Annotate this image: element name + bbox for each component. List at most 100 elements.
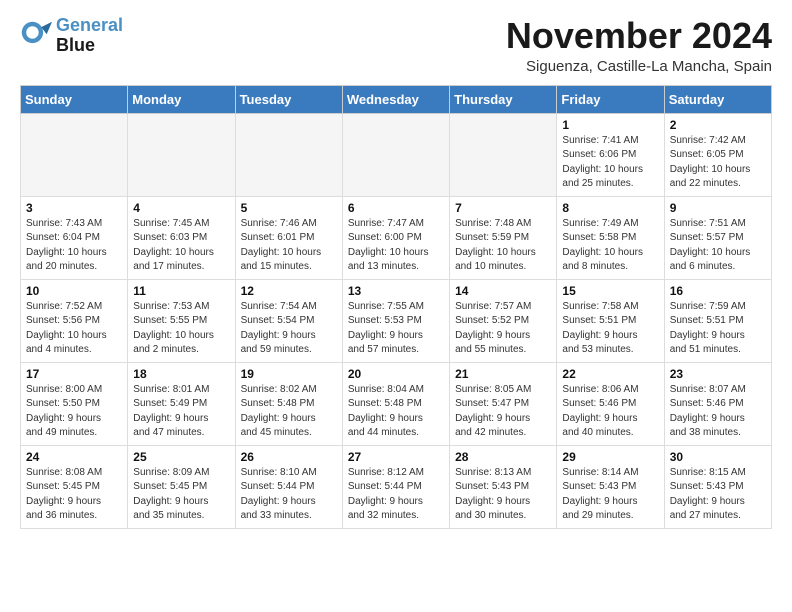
calendar-cell: 9Sunrise: 7:51 AM Sunset: 5:57 PM Daylig… — [664, 196, 771, 279]
day-number: 20 — [348, 367, 444, 381]
day-number: 19 — [241, 367, 337, 381]
day-number: 5 — [241, 201, 337, 215]
day-info: Sunrise: 8:12 AM Sunset: 5:44 PM Dayligh… — [348, 466, 444, 524]
day-info: Sunrise: 7:52 AM Sunset: 5:56 PM Dayligh… — [26, 300, 122, 358]
calendar-cell: 11 Sunrise: 7:53 AM Sunset: 5:55 PM Dayli… — [128, 279, 235, 362]
day-info: Sunrise: 7:58 AM Sunset: 5:51 PM Dayligh… — [562, 300, 658, 358]
day-info: Sunrise: 8:07 AM Sunset: 5:46 PM Dayligh… — [670, 383, 766, 441]
calendar-cell — [21, 113, 128, 196]
logo-icon — [20, 20, 52, 52]
day-number: 3 — [26, 201, 122, 215]
day-number: 23 — [670, 367, 766, 381]
day-number: 7 — [455, 201, 551, 215]
calendar-cell — [235, 113, 342, 196]
calendar-cell: 5 Sunrise: 7:46 AM Sunset: 6:01 PM Daylig… — [235, 196, 342, 279]
day-info: Sunrise: 7:57 AM Sunset: 5:52 PM Dayligh… — [455, 300, 551, 358]
calendar-week-5: 24 Sunrise: 8:08 AM Sunset: 5:45 PM Dayli… — [21, 445, 772, 528]
calendar-cell: 29 Sunrise: 8:14 AM Sunset: 5:43 PM Dayli… — [557, 445, 664, 528]
day-info: Sunrise: 8:06 AM Sunset: 5:46 PM Dayligh… — [562, 383, 658, 441]
day-info: Sunrise: 8:13 AM Sunset: 5:43 PM Dayligh… — [455, 466, 551, 524]
day-number: 22 — [562, 367, 658, 381]
calendar-cell: 24 Sunrise: 8:08 AM Sunset: 5:45 PM Dayli… — [21, 445, 128, 528]
day-number: 2 — [670, 118, 766, 132]
day-info: Sunrise: 7:46 AM Sunset: 6:01 PM Dayligh… — [241, 217, 337, 275]
day-info: Sunrise: 8:15 AM Sunset: 5:43 PM Dayligh… — [670, 466, 766, 524]
calendar-cell: 3Sunrise: 7:43 AM Sunset: 6:04 PM Daylig… — [21, 196, 128, 279]
day-info: Sunrise: 8:08 AM Sunset: 5:45 PM Dayligh… — [26, 466, 122, 524]
day-number: 6 — [348, 201, 444, 215]
day-info: Sunrise: 7:59 AM Sunset: 5:51 PM Dayligh… — [670, 300, 766, 358]
calendar-week-3: 10 Sunrise: 7:52 AM Sunset: 5:56 PM Dayli… — [21, 279, 772, 362]
calendar-header-wednesday: Wednesday — [342, 85, 449, 113]
day-number: 10 — [26, 284, 122, 298]
calendar-header-row: SundayMondayTuesdayWednesdayThursdayFrid… — [21, 85, 772, 113]
day-number: 13 — [348, 284, 444, 298]
day-info: Sunrise: 7:47 AM Sunset: 6:00 PM Dayligh… — [348, 217, 444, 275]
day-number: 17 — [26, 367, 122, 381]
calendar-header-friday: Friday — [557, 85, 664, 113]
calendar-cell: 15 Sunrise: 7:58 AM Sunset: 5:51 PM Dayli… — [557, 279, 664, 362]
day-number: 8 — [562, 201, 658, 215]
day-number: 28 — [455, 450, 551, 464]
calendar-cell: 28 Sunrise: 8:13 AM Sunset: 5:43 PM Dayli… — [450, 445, 557, 528]
day-number: 26 — [241, 450, 337, 464]
calendar-cell: 14 Sunrise: 7:57 AM Sunset: 5:52 PM Dayli… — [450, 279, 557, 362]
calendar-cell: 21 Sunrise: 8:05 AM Sunset: 5:47 PM Dayli… — [450, 362, 557, 445]
calendar-header-sunday: Sunday — [21, 85, 128, 113]
day-info: Sunrise: 7:49 AM Sunset: 5:58 PM Dayligh… — [562, 217, 658, 275]
month-title: November 2024 — [506, 16, 772, 56]
day-info: Sunrise: 7:45 AM Sunset: 6:03 PM Dayligh… — [133, 217, 229, 275]
day-info: Sunrise: 7:55 AM Sunset: 5:53 PM Dayligh… — [348, 300, 444, 358]
calendar-cell: 10 Sunrise: 7:52 AM Sunset: 5:56 PM Dayli… — [21, 279, 128, 362]
day-number: 16 — [670, 284, 766, 298]
day-number: 21 — [455, 367, 551, 381]
day-number: 14 — [455, 284, 551, 298]
calendar-week-2: 3Sunrise: 7:43 AM Sunset: 6:04 PM Daylig… — [21, 196, 772, 279]
day-info: Sunrise: 8:00 AM Sunset: 5:50 PM Dayligh… — [26, 383, 122, 441]
day-number: 4 — [133, 201, 229, 215]
calendar-cell: 23 Sunrise: 8:07 AM Sunset: 5:46 PM Dayli… — [664, 362, 771, 445]
day-info: Sunrise: 8:02 AM Sunset: 5:48 PM Dayligh… — [241, 383, 337, 441]
day-number: 27 — [348, 450, 444, 464]
day-number: 1 — [562, 118, 658, 132]
day-info: Sunrise: 8:14 AM Sunset: 5:43 PM Dayligh… — [562, 466, 658, 524]
day-info: Sunrise: 7:48 AM Sunset: 5:59 PM Dayligh… — [455, 217, 551, 275]
calendar-cell: 1Sunrise: 7:41 AM Sunset: 6:06 PM Daylig… — [557, 113, 664, 196]
day-info: Sunrise: 7:54 AM Sunset: 5:54 PM Dayligh… — [241, 300, 337, 358]
calendar-cell: 18 Sunrise: 8:01 AM Sunset: 5:49 PM Dayli… — [128, 362, 235, 445]
location-subtitle: Siguenza, Castille-La Mancha, Spain — [506, 58, 772, 75]
calendar-header-tuesday: Tuesday — [235, 85, 342, 113]
calendar-cell: 19 Sunrise: 8:02 AM Sunset: 5:48 PM Dayli… — [235, 362, 342, 445]
calendar-cell — [342, 113, 449, 196]
calendar-week-1: 1Sunrise: 7:41 AM Sunset: 6:06 PM Daylig… — [21, 113, 772, 196]
calendar-cell: 25Sunrise: 8:09 AM Sunset: 5:45 PM Dayli… — [128, 445, 235, 528]
calendar-cell — [128, 113, 235, 196]
day-number: 11 — [133, 284, 229, 298]
calendar-cell: 26 Sunrise: 8:10 AM Sunset: 5:44 PM Dayli… — [235, 445, 342, 528]
calendar-cell: 8 Sunrise: 7:49 AM Sunset: 5:58 PM Daylig… — [557, 196, 664, 279]
day-number: 29 — [562, 450, 658, 464]
calendar-cell — [450, 113, 557, 196]
calendar-cell: 27 Sunrise: 8:12 AM Sunset: 5:44 PM Dayli… — [342, 445, 449, 528]
calendar-cell: 7 Sunrise: 7:48 AM Sunset: 5:59 PM Daylig… — [450, 196, 557, 279]
day-info: Sunrise: 8:09 AM Sunset: 5:45 PM Dayligh… — [133, 466, 229, 524]
day-info: Sunrise: 8:04 AM Sunset: 5:48 PM Dayligh… — [348, 383, 444, 441]
calendar-cell: 6 Sunrise: 7:47 AM Sunset: 6:00 PM Daylig… — [342, 196, 449, 279]
calendar-table: SundayMondayTuesdayWednesdayThursdayFrid… — [20, 85, 772, 529]
day-info: Sunrise: 8:01 AM Sunset: 5:49 PM Dayligh… — [133, 383, 229, 441]
day-info: Sunrise: 7:53 AM Sunset: 5:55 PM Dayligh… — [133, 300, 229, 358]
calendar-header-saturday: Saturday — [664, 85, 771, 113]
day-info: Sunrise: 8:05 AM Sunset: 5:47 PM Dayligh… — [455, 383, 551, 441]
calendar-header-monday: Monday — [128, 85, 235, 113]
day-info: Sunrise: 8:10 AM Sunset: 5:44 PM Dayligh… — [241, 466, 337, 524]
day-number: 18 — [133, 367, 229, 381]
calendar-cell: 17 Sunrise: 8:00 AM Sunset: 5:50 PM Dayli… — [21, 362, 128, 445]
day-number: 15 — [562, 284, 658, 298]
calendar-week-4: 17 Sunrise: 8:00 AM Sunset: 5:50 PM Dayli… — [21, 362, 772, 445]
day-number: 30 — [670, 450, 766, 464]
calendar-header-thursday: Thursday — [450, 85, 557, 113]
day-number: 12 — [241, 284, 337, 298]
calendar-cell: 13 Sunrise: 7:55 AM Sunset: 5:53 PM Dayli… — [342, 279, 449, 362]
day-number: 24 — [26, 450, 122, 464]
day-number: 9 — [670, 201, 766, 215]
